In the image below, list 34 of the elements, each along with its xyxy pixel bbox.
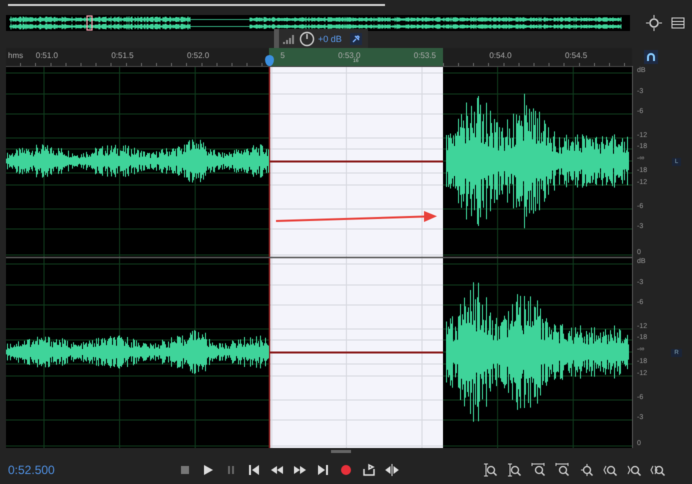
power-icon[interactable]	[299, 31, 315, 47]
time-label: 0:52.0	[186, 50, 210, 60]
zoom-in-time-icon[interactable]	[530, 462, 546, 478]
skip-forward-icon[interactable]	[316, 462, 330, 476]
ruler-unit: hms	[8, 50, 24, 60]
overview-waveform-drawing[interactable]	[6, 15, 630, 31]
time-label: 0:53.5	[414, 50, 436, 60]
zoom-icon[interactable]	[646, 15, 662, 31]
menu-icon[interactable]	[670, 15, 686, 31]
playhead-marker[interactable]	[265, 54, 274, 66]
time-label: 5	[280, 50, 285, 60]
zoom-out-amplitude-icon[interactable]	[506, 462, 522, 478]
loop-icon[interactable]	[362, 462, 376, 476]
zoom-out-time-icon[interactable]	[554, 462, 570, 478]
record-icon[interactable]	[339, 462, 353, 476]
signal-icon	[282, 33, 296, 45]
time-label: 0:54.5	[564, 50, 588, 60]
magnet-icon[interactable]	[644, 50, 658, 64]
time-label: 0:51.0	[36, 50, 58, 60]
skip-selection-icon[interactable]	[385, 462, 399, 476]
time-label: 0:53.0	[338, 50, 360, 60]
time-label: 0:51.5	[111, 50, 134, 60]
pin-icon[interactable]	[350, 33, 362, 45]
zoom-reset-icon[interactable]	[578, 462, 594, 478]
time-display: 0:52.500	[8, 462, 56, 476]
scroll-thumb[interactable]	[331, 450, 351, 453]
gain-value[interactable]: +0 dB	[318, 34, 342, 44]
zoom-in-amplitude-icon[interactable]	[482, 462, 498, 478]
selection-region[interactable]	[268, 66, 444, 448]
grip-icon[interactable]	[274, 29, 279, 49]
selection-range[interactable]	[269, 48, 443, 66]
play-icon[interactable]	[201, 462, 215, 476]
skip-back-icon[interactable]	[247, 462, 261, 476]
time-label: 0:54.0	[489, 50, 512, 60]
